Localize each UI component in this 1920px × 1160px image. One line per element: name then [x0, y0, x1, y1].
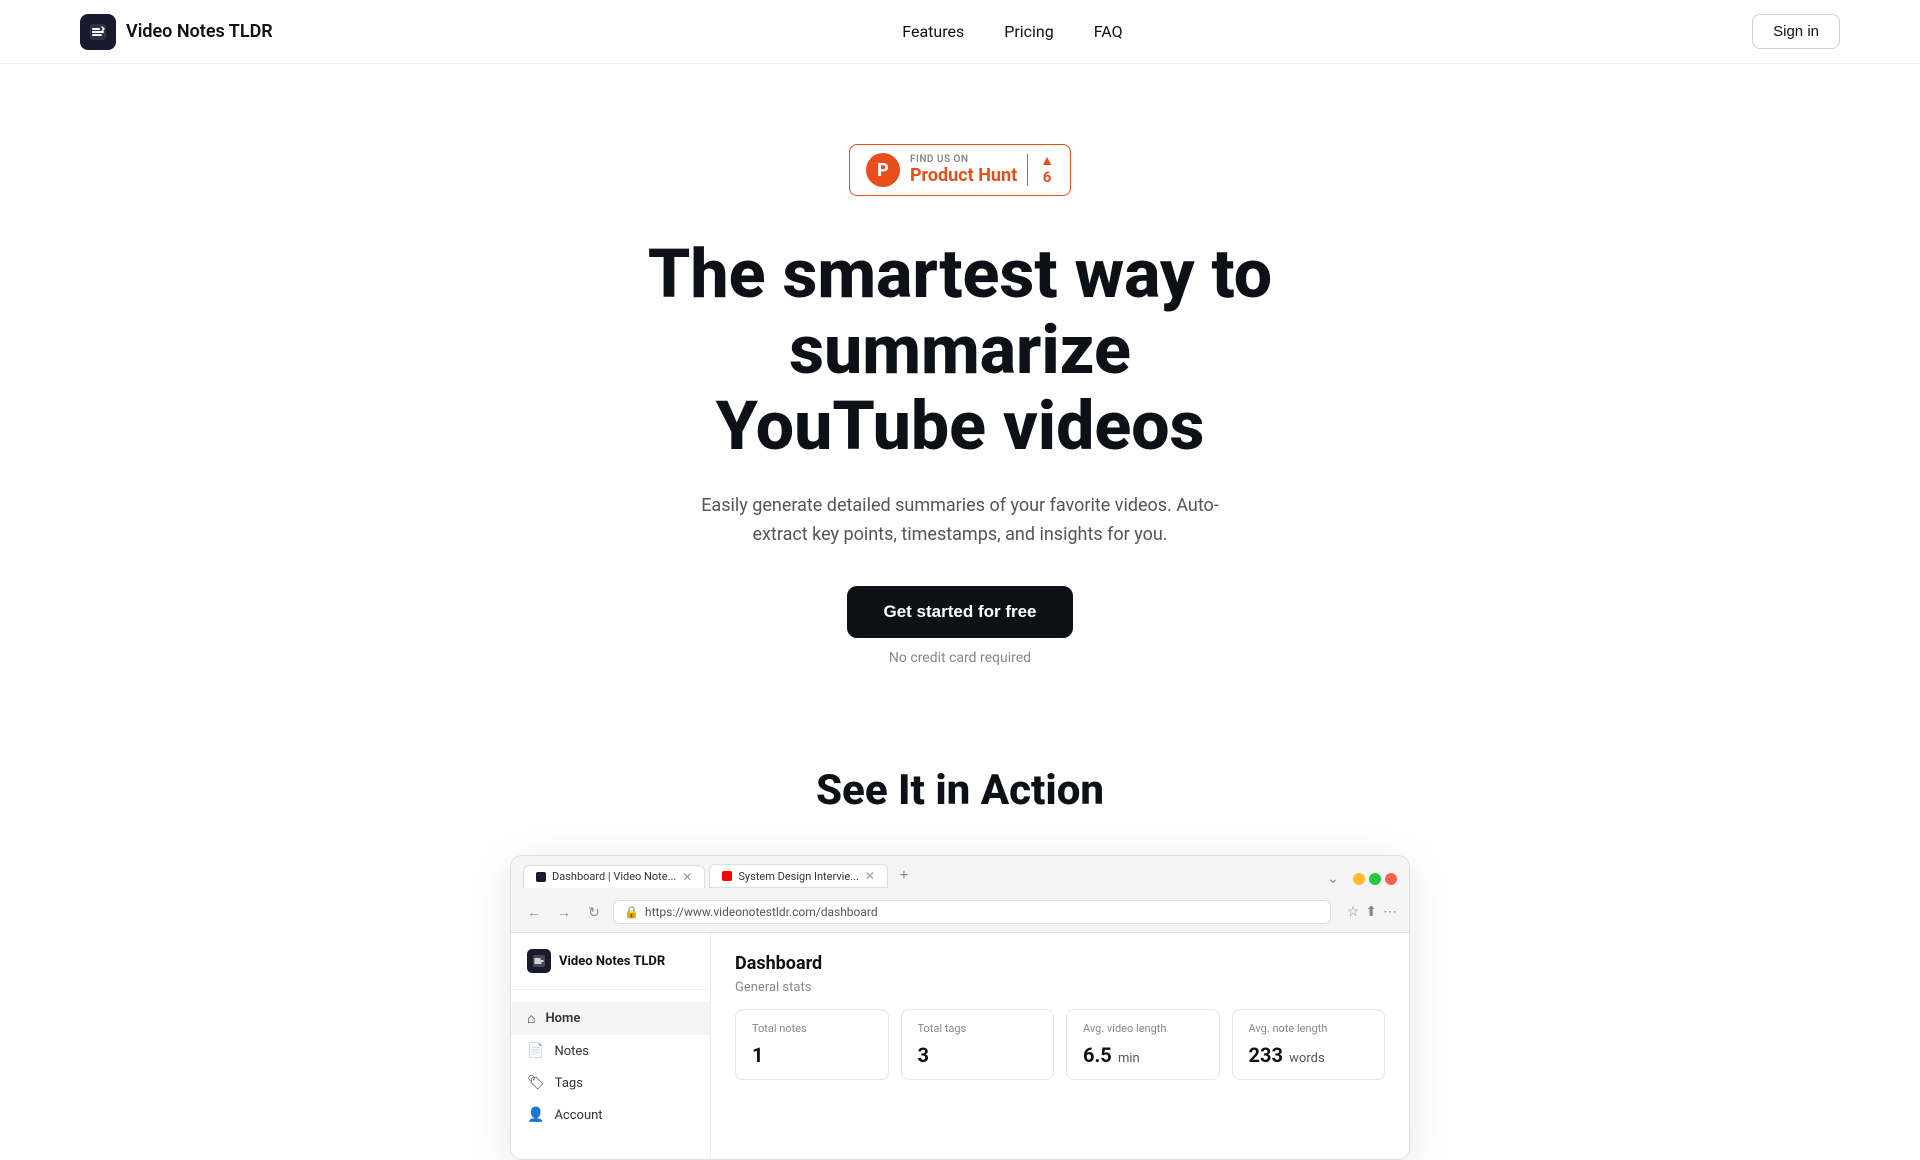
nav-faq[interactable]: FAQ: [1094, 22, 1123, 41]
general-stats-label: General stats: [735, 980, 1385, 995]
nav-pricing[interactable]: Pricing: [1004, 22, 1054, 41]
browser-tab-dashboard[interactable]: Dashboard | Video Note... ✕: [523, 865, 705, 888]
sidebar-account-label: Account: [554, 1108, 602, 1123]
stat-label: Total tags: [918, 1022, 1038, 1035]
stat-label: Avg. note length: [1249, 1022, 1369, 1035]
stat-value: 1: [752, 1043, 872, 1067]
sidebar-logo-text: Video Notes TLDR: [559, 954, 665, 969]
sidebar-notes-label: Notes: [554, 1044, 589, 1059]
forward-button[interactable]: →: [553, 901, 575, 923]
window-close-btn[interactable]: [1385, 873, 1397, 885]
browser-tab-system-design[interactable]: System Design Intervie... ✕: [709, 864, 888, 888]
sidebar-logo-area: Video Notes TLDR: [511, 949, 710, 990]
product-hunt-vote-count: 6: [1043, 168, 1052, 186]
browser-navigation-bar: ← → ↻ 🔒 https://www.videonotestldr.com/d…: [523, 900, 1397, 924]
product-hunt-name: Product Hunt: [910, 165, 1017, 186]
browser-tabs: Dashboard | Video Note... ✕ System Desig…: [523, 864, 916, 888]
sign-in-button[interactable]: Sign in: [1752, 14, 1840, 49]
browser-mockup: Dashboard | Video Note... ✕ System Desig…: [510, 855, 1410, 1160]
hero-title: The smartest way to summarize YouTube vi…: [510, 236, 1410, 464]
product-hunt-vote-arrow: ▲: [1040, 154, 1054, 168]
product-hunt-find-us-label: FIND US ON: [910, 154, 969, 165]
lock-icon: 🔒: [624, 905, 639, 919]
browser-tab-dashboard-label: Dashboard | Video Note...: [552, 870, 676, 883]
logo[interactable]: Video Notes TLDR: [80, 14, 273, 50]
main-nav: Features Pricing FAQ: [902, 22, 1122, 41]
more-icon[interactable]: ⋯: [1383, 904, 1397, 920]
browser-tab-dashboard-close[interactable]: ✕: [682, 870, 692, 884]
home-icon: ⌂: [527, 1010, 535, 1027]
new-tab-button[interactable]: +: [892, 864, 916, 888]
sidebar-tags-label: Tags: [555, 1076, 583, 1091]
hero-section: P FIND US ON Product Hunt ▲ 6 The smarte…: [0, 64, 1920, 726]
hero-title-line1: The smartest way to summarize: [648, 234, 1272, 390]
notes-icon: 📄: [527, 1043, 544, 1059]
window-max-btn[interactable]: [1369, 873, 1381, 885]
stat-card: Total notes 1: [735, 1009, 889, 1080]
stat-value: 6.5 min: [1083, 1043, 1203, 1067]
logo-icon: [80, 14, 116, 50]
back-button[interactable]: ←: [523, 901, 545, 923]
stat-card: Total tags 3: [901, 1009, 1055, 1080]
main-dashboard-content: Dashboard General stats Total notes 1 To…: [711, 933, 1409, 1159]
dashboard-title: Dashboard: [735, 953, 1385, 974]
sidebar-nav: ⌂ Home 📄 Notes 🏷 Tags 👤 Account: [511, 990, 710, 1143]
product-hunt-vote: ▲ 6: [1027, 154, 1054, 186]
account-icon: 👤: [527, 1107, 544, 1123]
sidebar-item-account[interactable]: 👤 Account: [511, 1099, 710, 1131]
stat-card: Avg. note length 233 words: [1232, 1009, 1386, 1080]
window-controls: [1353, 873, 1397, 885]
stat-unit: words: [1286, 1051, 1325, 1066]
url-text: https://www.videonotestldr.com/dashboard: [645, 905, 878, 919]
browser-chrome: Dashboard | Video Note... ✕ System Desig…: [511, 856, 1409, 933]
tab-favicon-vn: [536, 872, 546, 882]
product-hunt-icon: P: [866, 153, 900, 187]
stat-unit: min: [1115, 1051, 1140, 1066]
header: Video Notes TLDR Features Pricing FAQ Si…: [0, 0, 1920, 64]
product-hunt-badge[interactable]: P FIND US ON Product Hunt ▲ 6: [849, 144, 1071, 196]
browser-tab-system-design-label: System Design Intervie...: [738, 870, 858, 883]
browser-collapse-icon[interactable]: ⌄: [1327, 871, 1339, 887]
stat-value: 233 words: [1249, 1043, 1369, 1067]
stat-card: Avg. video length 6.5 min: [1066, 1009, 1220, 1080]
stat-label: Total notes: [752, 1022, 872, 1035]
window-min-btn[interactable]: [1353, 873, 1365, 885]
stats-grid: Total notes 1 Total tags 3 Avg. video le…: [735, 1009, 1385, 1080]
dashboard-app: Video Notes TLDR ⌂ Home 📄 Notes 🏷 Tags: [511, 933, 1409, 1159]
sidebar-logo-icon: [527, 949, 551, 973]
hero-title-line2: YouTube videos: [716, 386, 1205, 466]
tags-icon: 🏷: [527, 1075, 545, 1091]
nav-features[interactable]: Features: [902, 22, 964, 41]
cta-button[interactable]: Get started for free: [847, 586, 1072, 638]
address-bar[interactable]: 🔒 https://www.videonotestldr.com/dashboa…: [613, 900, 1331, 924]
product-hunt-text-area: FIND US ON Product Hunt: [910, 154, 1017, 186]
no-credit-card-text: No credit card required: [889, 650, 1031, 666]
stat-label: Avg. video length: [1083, 1022, 1203, 1035]
action-section: See It in Action Dashboard | Video Note.…: [0, 726, 1920, 1160]
browser-tab-system-design-close[interactable]: ✕: [865, 869, 875, 883]
tab-favicon-yt: [722, 871, 732, 881]
sidebar-item-notes[interactable]: 📄 Notes: [511, 1035, 710, 1067]
sidebar-item-tags[interactable]: 🏷 Tags: [511, 1067, 710, 1099]
share-icon[interactable]: ⬆: [1365, 904, 1377, 920]
bookmark-icon[interactable]: ☆: [1347, 904, 1360, 920]
sidebar-home-label: Home: [545, 1011, 580, 1026]
reload-button[interactable]: ↻: [583, 901, 605, 923]
sidebar-item-home[interactable]: ⌂ Home: [511, 1002, 710, 1035]
section-title: See It in Action: [816, 766, 1104, 815]
browser-extra-actions: ☆ ⬆ ⋯: [1347, 904, 1397, 920]
hero-subtitle: Easily generate detailed summaries of yo…: [680, 492, 1240, 550]
sidebar: Video Notes TLDR ⌂ Home 📄 Notes 🏷 Tags: [511, 933, 711, 1159]
logo-text: Video Notes TLDR: [126, 21, 273, 42]
stat-value: 3: [918, 1043, 1038, 1067]
